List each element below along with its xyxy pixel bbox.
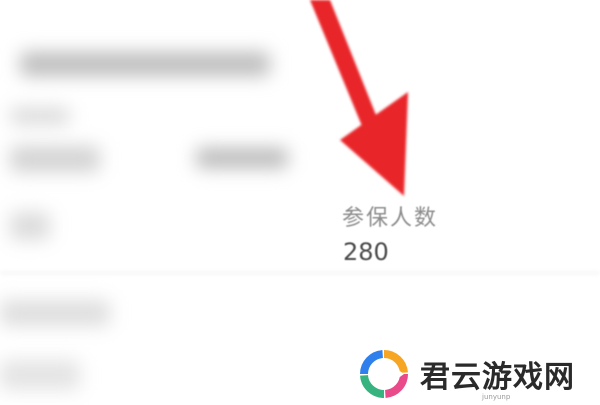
watermark-logo-icon — [360, 350, 408, 398]
watermark: 君云游戏网 junyunp — [354, 344, 594, 402]
insured-count-value: 280 — [343, 238, 389, 266]
watermark-name: 君云游戏网 — [420, 360, 575, 395]
watermark-domain: junyunp — [482, 393, 511, 401]
insured-count-label: 参保人数 — [342, 206, 439, 231]
